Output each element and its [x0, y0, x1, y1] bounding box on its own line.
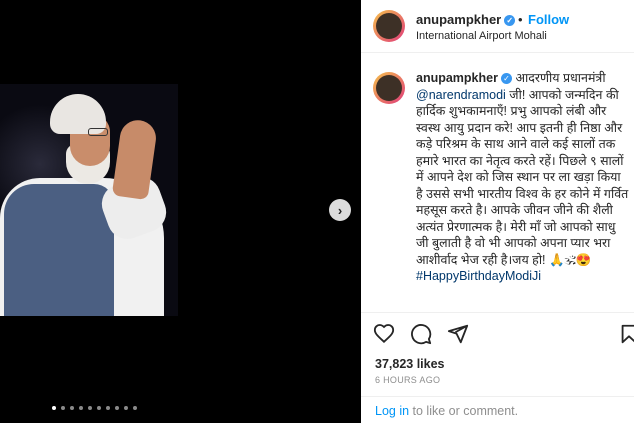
avatar[interactable] [373, 10, 405, 42]
caption-text-part: आदरणीय प्रधानमंत्री [511, 71, 606, 85]
like-count[interactable]: 37,823 likes [375, 357, 445, 371]
location-link[interactable]: International Airport Mohali [416, 30, 547, 42]
username-text[interactable]: anupampkher [416, 12, 501, 27]
carousel-indicator [52, 406, 137, 410]
login-prompt: Log in to like or comment. [375, 404, 518, 418]
caption-hashtag[interactable]: #HappyBirthdayModiJi [416, 269, 541, 283]
post-media[interactable]: › [0, 0, 361, 423]
post-timestamp[interactable]: 6 HOURS AGO [375, 375, 440, 385]
login-link[interactable]: Log in [375, 404, 409, 418]
carousel-dot [88, 406, 92, 410]
caption-mention[interactable]: @narendramodi [416, 88, 506, 102]
post-sidebar: anupampkher ✓ • Follow International Airp… [361, 0, 634, 423]
verified-badge-icon: ✓ [504, 15, 516, 27]
header-separator: • [518, 12, 523, 27]
avatar[interactable] [373, 72, 405, 104]
post-header: anupampkher ✓ • Follow International Airp… [361, 0, 634, 53]
caption-text-part: जी! आपको जन्मदिन की हार्दिक शुभकामनाएँ! … [416, 87, 629, 267]
header-username[interactable]: anupampkher ✓ [416, 12, 516, 27]
action-bar [361, 312, 634, 353]
heart-icon[interactable] [373, 323, 395, 345]
comment-icon[interactable] [410, 323, 432, 345]
photo-vest [4, 184, 114, 316]
carousel-dot [133, 406, 137, 410]
post-photo [0, 84, 178, 316]
follow-button[interactable]: Follow [528, 12, 569, 27]
caption-username[interactable]: anupampkher [416, 71, 498, 85]
carousel-dot [79, 406, 83, 410]
carousel-dot [115, 406, 119, 410]
photo-glasses [88, 128, 108, 136]
chevron-right-icon[interactable]: › [329, 199, 351, 221]
carousel-dot [97, 406, 101, 410]
carousel-dot [124, 406, 128, 410]
carousel-dot [52, 406, 56, 410]
caption-text: anupampkher ✓ आदरणीय प्रधानमंत्री @narend… [416, 70, 630, 285]
verified-badge-icon: ✓ [500, 73, 512, 85]
share-icon[interactable] [447, 323, 469, 345]
carousel-dot [106, 406, 110, 410]
bookmark-icon[interactable] [618, 323, 634, 345]
carousel-dot [61, 406, 65, 410]
login-suffix: to like or comment. [409, 404, 519, 418]
carousel-dot [70, 406, 74, 410]
